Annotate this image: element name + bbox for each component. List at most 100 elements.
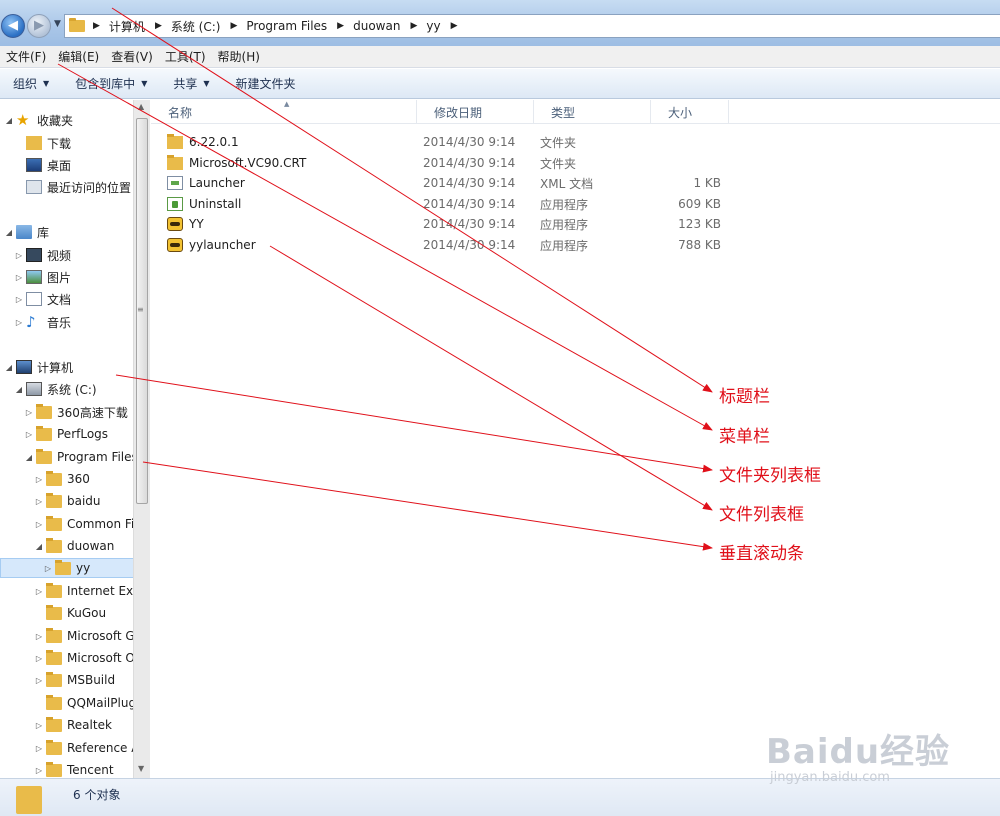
scroll-down-icon[interactable]: ▼ [138,764,144,773]
document-library-icon [26,292,42,306]
vertical-scrollbar[interactable]: ▲ ≡ ▼ [133,100,150,778]
tree-computer[interactable]: ◢ 计算机 [4,357,73,377]
column-date-modified[interactable]: 修改日期 [417,100,534,124]
breadcrumb-duowan[interactable]: ▶ duowan [337,15,410,37]
tree-msbuild[interactable]: ▷ MSBuild [34,670,115,690]
breadcrumb-end[interactable]: ▶ [451,15,467,37]
breadcrumb-yy[interactable]: ▶ yy [410,15,450,37]
chevron-right-icon[interactable]: ▶ [410,21,417,31]
forward-button[interactable]: ▶ [27,14,51,38]
menu-help[interactable]: 帮助(H) [212,46,266,68]
chevron-right-icon[interactable]: ▶ [337,21,344,31]
organize-button[interactable]: 组织 ▼ [0,75,62,92]
tree-microsoft-o[interactable]: ▷ Microsoft O [34,648,135,668]
collapsed-arrow-icon[interactable]: ▷ [14,295,24,304]
tree-kugou[interactable]: KuGou [34,603,106,623]
folder-icon [167,154,183,170]
collapsed-arrow-icon[interactable]: ▷ [24,408,34,417]
title-bar: ◀ ▶ ▼ ▶ 计算机 ▶ 系统 (C:) ▶ Program Files ▶ duow… [0,0,1000,46]
back-button[interactable]: ◀ [1,14,25,38]
tree-internet-explorer[interactable]: ▷ Internet Exp [34,581,141,601]
tree-360-download[interactable]: ▷ 360高速下载 [24,402,128,422]
tree-downloads[interactable]: 下载 [14,133,71,153]
menu-edit[interactable]: 编辑(E) [52,46,105,68]
tree-baidu[interactable]: ▷ baidu [34,491,101,511]
menu-view[interactable]: 查看(V) [105,46,159,68]
collapsed-arrow-icon[interactable]: ▷ [14,273,24,282]
desktop-icon [26,158,42,172]
breadcrumb-drive[interactable]: ▶ 系统 (C:) [155,15,231,37]
collapsed-arrow-icon[interactable]: ▷ [24,430,34,439]
breadcrumb-program-files[interactable]: ▶ Program Files [230,15,337,37]
tree-tencent[interactable]: ▷ Tencent [34,760,114,778]
folder-icon [69,18,85,32]
column-size[interactable]: 大小 [651,100,729,124]
file-row[interactable]: Uninstall 2014/4/30 9:14 应用程序 609 KB [167,194,737,214]
expanded-arrow-icon[interactable]: ◢ [4,363,14,372]
expanded-arrow-icon[interactable]: ◢ [4,228,14,237]
menu-file[interactable]: 文件(F) [0,46,52,68]
collapsed-arrow-icon[interactable]: ▷ [34,654,44,663]
collapsed-arrow-icon[interactable]: ▷ [34,744,44,753]
tree-pictures[interactable]: ▷ 图片 [14,267,71,287]
new-folder-button[interactable]: 新建文件夹 [223,75,309,92]
collapsed-arrow-icon[interactable]: ▷ [34,475,44,484]
file-row[interactable]: yylauncher 2014/4/30 9:14 应用程序 788 KB [167,235,737,255]
folder-icon [46,628,62,643]
tree-drive-c[interactable]: ◢ 系统 (C:) [14,379,97,399]
scroll-up-icon[interactable]: ▲ [138,102,144,111]
expanded-arrow-icon[interactable]: ◢ [24,453,34,462]
tree-videos[interactable]: ▷ 视频 [14,245,71,265]
collapsed-arrow-icon[interactable]: ▷ [34,632,44,641]
collapsed-arrow-icon[interactable]: ▷ [43,564,53,573]
expanded-arrow-icon[interactable]: ◢ [14,385,24,394]
column-type[interactable]: 类型 [534,100,651,124]
tree-reference-a[interactable]: ▷ Reference A [34,738,139,758]
tree-favorites[interactable]: ◢ ★ 收藏夹 [4,110,73,130]
tree-music[interactable]: ▷ ♪ 音乐 [14,312,71,332]
collapsed-arrow-icon[interactable]: ▷ [34,766,44,775]
tree-desktop[interactable]: 桌面 [14,155,71,175]
tree-documents[interactable]: ▷ 文档 [14,289,71,309]
collapsed-arrow-icon[interactable]: ▷ [34,721,44,730]
collapsed-arrow-icon[interactable]: ▷ [14,251,24,260]
share-button[interactable]: 共享 ▼ [160,75,222,92]
collapsed-arrow-icon[interactable]: ▷ [34,520,44,529]
tree-libraries[interactable]: ◢ 库 [4,222,49,242]
tree-yy-selected[interactable]: ▷ yy [0,558,134,578]
file-row[interactable]: Launcher 2014/4/30 9:14 XML 文档 1 KB [167,173,737,193]
tree-360[interactable]: ▷ 360 [34,469,90,489]
file-list-pane[interactable]: 名称 ▲ 修改日期 类型 大小 6.22.0.1 2014/4/30 9:14 … [151,100,1000,778]
tree-qqmailplug[interactable]: QQMailPlug [34,693,136,713]
tree-microsoft-g[interactable]: ▷ Microsoft G [34,626,135,646]
breadcrumb-computer[interactable]: ▶ 计算机 [93,15,155,37]
tree-recent-places[interactable]: 最近访问的位置 [14,177,131,197]
tree-common-files[interactable]: ▷ Common Fil [34,514,138,534]
file-row[interactable]: Microsoft.VC90.CRT 2014/4/30 9:14 文件夹 [167,153,737,173]
expanded-arrow-icon[interactable]: ◢ [4,116,14,125]
chevron-right-icon[interactable]: ▶ [230,21,237,31]
command-bar: 组织 ▼ 包含到库中 ▼ 共享 ▼ 新建文件夹 [0,69,1000,99]
tree-program-files[interactable]: ◢ Program Files [24,447,138,467]
tree-perflogs[interactable]: ▷ PerfLogs [24,424,108,444]
include-in-library-button[interactable]: 包含到库中 ▼ [62,75,160,92]
chevron-right-icon[interactable]: ▶ [93,21,100,31]
address-bar[interactable]: ▶ 计算机 ▶ 系统 (C:) ▶ Program Files ▶ duowan ▶ yy… [64,14,1000,38]
file-row[interactable]: 6.22.0.1 2014/4/30 9:14 文件夹 [167,132,737,152]
video-library-icon [26,248,42,262]
file-row[interactable]: YY 2014/4/30 9:14 应用程序 123 KB [167,214,737,234]
collapsed-arrow-icon[interactable]: ▷ [34,587,44,596]
collapsed-arrow-icon[interactable]: ▷ [34,676,44,685]
folder-tree-pane[interactable]: ◢ ★ 收藏夹 下载 桌面 最近访问的位置 ◢ 库 ▷ 视频 ▷ 图片 ▷ 文档 ▷ ♪ 音乐 … [0,100,150,778]
xml-file-icon [167,176,183,190]
chevron-right-icon[interactable]: ▶ [451,21,458,31]
tree-duowan[interactable]: ◢ duowan [34,536,114,556]
folder-icon [46,762,62,777]
tree-realtek[interactable]: ▷ Realtek [34,715,112,735]
collapsed-arrow-icon[interactable]: ▷ [14,318,24,327]
expanded-arrow-icon[interactable]: ◢ [34,542,44,551]
recent-pages-dropdown[interactable]: ▼ [54,19,61,29]
collapsed-arrow-icon[interactable]: ▷ [34,497,44,506]
menu-tools[interactable]: 工具(T) [159,46,212,68]
chevron-right-icon[interactable]: ▶ [155,21,162,31]
